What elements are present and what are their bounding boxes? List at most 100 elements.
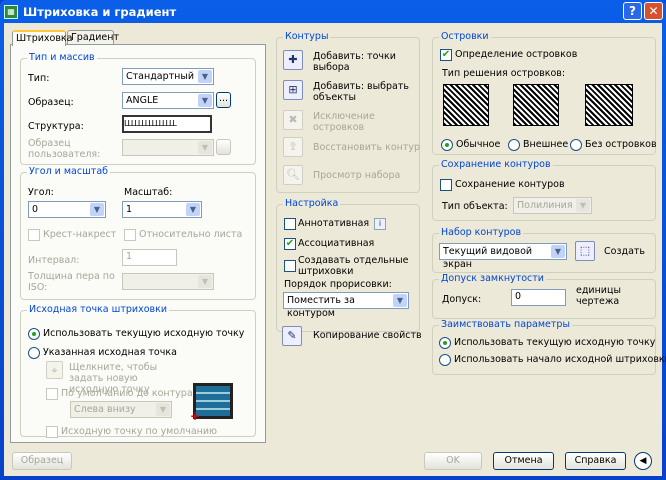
- inherit-source-origin-radio[interactable]: [439, 354, 451, 366]
- type-value: Стандартный: [126, 71, 195, 82]
- custom-pattern-label: Образец пользователя:: [28, 138, 101, 160]
- add-select-objects-icon[interactable]: ⊞: [283, 80, 303, 100]
- info-icon[interactable]: i: [374, 218, 386, 230]
- chevron-down-icon: ▼: [198, 70, 212, 83]
- add-pick-points-button[interactable]: Добавить: точки выбора: [313, 51, 413, 73]
- store-default-checkbox[interactable]: [46, 426, 58, 438]
- origin-position-select[interactable]: Слева внизу ▼: [70, 401, 172, 418]
- boundary-set-select[interactable]: Текущий видовой экран ▼: [439, 243, 567, 270]
- swatch-label: Структура:: [28, 121, 84, 132]
- pick-origin-icon[interactable]: ⌖: [46, 361, 63, 379]
- type-label: Тип:: [28, 73, 50, 84]
- dialog-client: Штриховка Градиент Тип и массив Тип: Ста…: [4, 23, 666, 476]
- origin-position-value: Слева внизу: [74, 404, 136, 415]
- add-pick-points-icon[interactable]: ✚: [283, 50, 303, 70]
- group-legend: Сохранение контуров: [439, 159, 553, 170]
- normal-island-image[interactable]: [443, 84, 489, 126]
- remove-islands-icon[interactable]: ✖: [283, 110, 303, 130]
- group-legend: Контуры: [283, 31, 331, 42]
- draw-order-label: Порядок прорисовки:: [284, 279, 392, 290]
- chevron-down-icon: ▼: [393, 294, 407, 307]
- pattern-select[interactable]: ANGLE ▼: [122, 92, 214, 109]
- chevron-down-icon: ▼: [198, 275, 212, 288]
- help-title-button[interactable]: ?: [623, 2, 642, 20]
- remove-islands-button[interactable]: Исключение островков: [313, 111, 413, 133]
- scale-select[interactable]: 1 ▼: [122, 201, 202, 218]
- inherit-current-origin-radio[interactable]: [439, 337, 451, 349]
- close-button[interactable]: ✕: [644, 2, 663, 20]
- custom-pattern-select[interactable]: ▼: [122, 139, 214, 156]
- gap-units-label: единицы чертежа: [576, 285, 621, 307]
- inherit-current-origin-label: Использовать текущую исходную точку: [454, 337, 656, 348]
- help-button[interactable]: Справка: [565, 452, 626, 470]
- more-options-icon[interactable]: ◀: [634, 452, 652, 470]
- recreate-boundary-icon[interactable]: ⇪: [283, 137, 303, 157]
- outer-island-image[interactable]: [513, 84, 559, 126]
- options-group: Настройка Аннотативная i ✔ Ассоциативная…: [276, 198, 420, 332]
- boundaries-group: Контуры ✚ Добавить: точки выбора ⊞ Добав…: [276, 31, 420, 193]
- retain-checkbox[interactable]: [440, 179, 452, 191]
- title-bar: ▦ Штриховка и градиент: [4, 3, 176, 21]
- group-legend: Островки: [439, 31, 491, 42]
- double-label: Крест-накрест: [43, 229, 117, 240]
- normal-radio[interactable]: [441, 139, 453, 151]
- type-group: Тип и массив Тип: Стандартный ▼ Образец: …: [20, 52, 256, 165]
- type-select[interactable]: Стандартный ▼: [122, 68, 214, 85]
- iso-pen-label: Толщина пера по ISO:: [28, 271, 115, 293]
- use-current-origin-radio[interactable]: [28, 328, 40, 340]
- draw-order-select[interactable]: Поместить за контуром ▼: [283, 292, 409, 319]
- specified-origin-label: Указанная исходная точка: [43, 347, 177, 358]
- separate-hatches-checkbox[interactable]: [284, 260, 296, 272]
- gap-input[interactable]: 0: [511, 289, 566, 306]
- associative-checkbox[interactable]: ✔: [284, 238, 296, 250]
- specified-origin-radio[interactable]: [28, 347, 40, 359]
- double-checkbox[interactable]: [28, 229, 40, 241]
- recreate-boundary-button[interactable]: Восстановить контур: [313, 142, 420, 153]
- browse-pattern-button[interactable]: ...: [216, 92, 231, 108]
- use-current-origin-label: Использовать текущую исходную точку: [43, 328, 245, 339]
- preview-button[interactable]: Образец: [12, 452, 72, 470]
- relative-checkbox[interactable]: [124, 229, 136, 241]
- angle-select[interactable]: 0 ▼: [28, 201, 106, 218]
- group-legend: Тип и массив: [27, 52, 97, 63]
- new-boundary-set-icon[interactable]: ⬚: [575, 241, 595, 261]
- object-type-select[interactable]: Полилиния ▼: [513, 197, 592, 214]
- inherit-properties-icon[interactable]: ✎: [282, 326, 302, 346]
- island-detection-label: Определение островков: [455, 49, 578, 60]
- group-legend: Заимствовать параметры: [439, 319, 572, 330]
- spacing-input[interactable]: 1: [122, 249, 177, 266]
- gap-label: Допуск:: [442, 294, 482, 305]
- ignore-island-image[interactable]: [585, 84, 633, 126]
- add-select-objects-button[interactable]: Добавить: выбрать объекты: [313, 81, 413, 103]
- tab-gradient[interactable]: Градиент: [67, 30, 119, 45]
- chevron-down-icon: ▼: [551, 245, 565, 258]
- ignore-radio[interactable]: [570, 139, 582, 151]
- iso-pen-select[interactable]: ▼: [122, 273, 214, 290]
- default-boundary-checkbox[interactable]: [46, 388, 58, 400]
- island-style-label: Тип решения островков:: [442, 68, 566, 79]
- new-boundary-set-label[interactable]: Создать: [604, 246, 645, 257]
- magnifier-icon[interactable]: 🔍︎: [283, 165, 303, 185]
- tab-hatch[interactable]: Штриховка: [12, 30, 73, 46]
- view-selections-button[interactable]: Просмотр набора: [313, 170, 400, 181]
- group-legend: Набор контуров: [439, 227, 524, 238]
- inherit-properties-button[interactable]: Копирование свойств: [313, 330, 422, 341]
- browse-custom-button[interactable]: [216, 139, 231, 155]
- ok-button[interactable]: OK: [424, 452, 482, 470]
- app-icon: ▦: [4, 5, 18, 19]
- ignore-label: Без островков: [585, 139, 657, 150]
- outer-radio[interactable]: [508, 139, 520, 151]
- chevron-down-icon: ▼: [90, 203, 104, 216]
- scale-value: 1: [126, 204, 133, 215]
- island-detection-checkbox[interactable]: ✔: [440, 49, 452, 61]
- annotative-checkbox[interactable]: [284, 218, 296, 230]
- pattern-swatch[interactable]: LLLLLLLLLLLLLLL: [122, 115, 212, 133]
- brick-origin-icon: +: [190, 383, 233, 423]
- spacing-label: Интервал:: [28, 255, 80, 266]
- cancel-button[interactable]: Отмена: [493, 452, 554, 470]
- relative-label: Относительно листа: [139, 229, 243, 240]
- object-type-label: Тип объекта:: [442, 201, 508, 212]
- retain-label: Сохранение контуров: [455, 179, 565, 190]
- angle-scale-group: Угол и масштаб Угол: 0 ▼ Масштаб: 1 ▼ Крес…: [20, 166, 256, 300]
- draw-order-value: Поместить за контуром: [287, 295, 355, 319]
